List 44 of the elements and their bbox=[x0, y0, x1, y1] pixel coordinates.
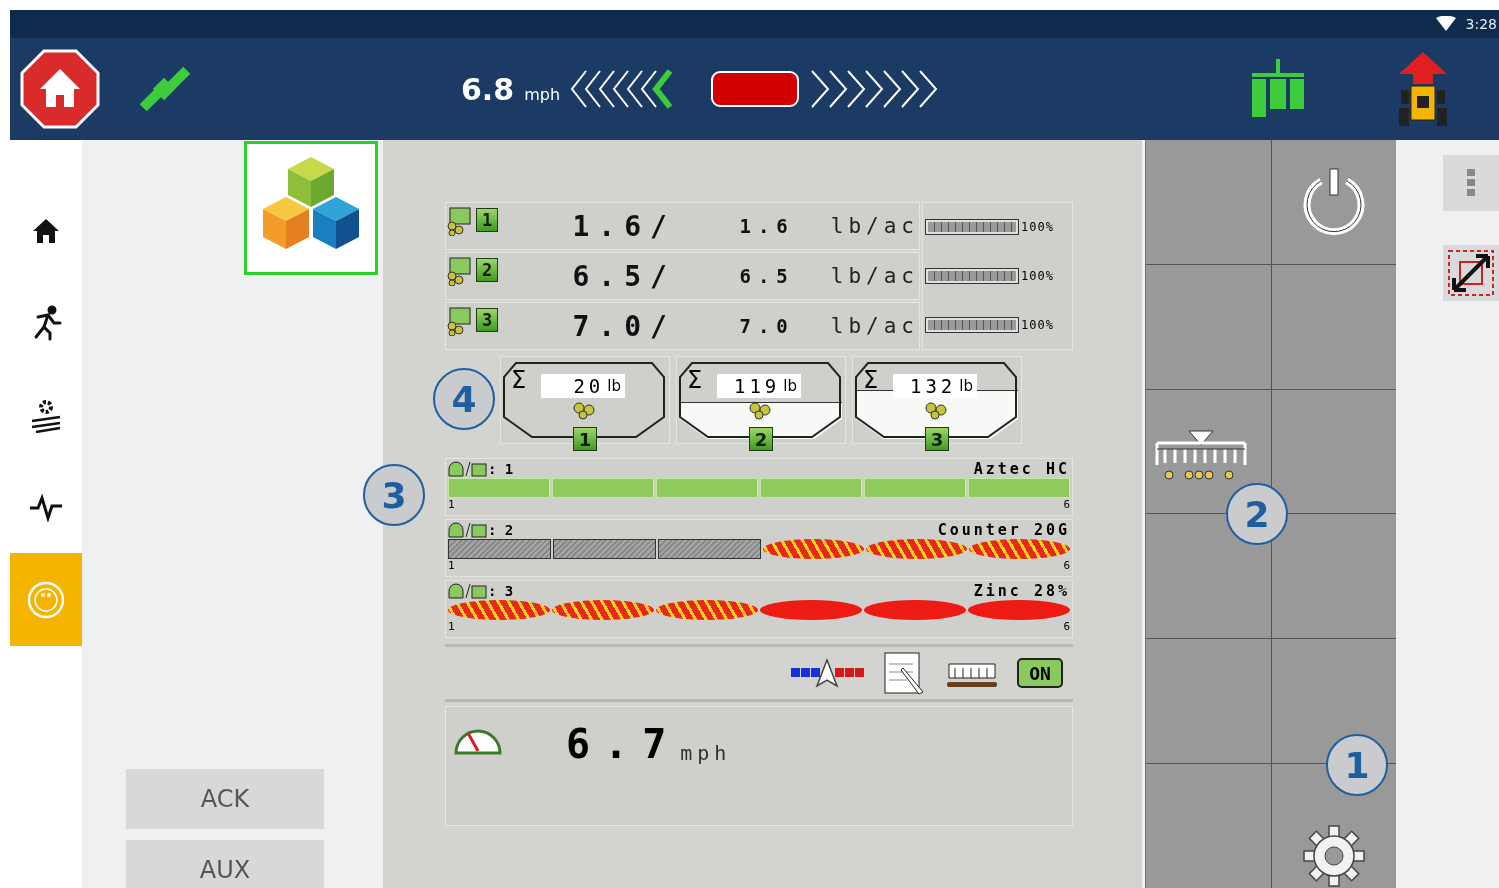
hopper-number: 1 bbox=[573, 427, 597, 451]
product-name: Counter 20G bbox=[937, 521, 1070, 539]
first-section-label: 1 bbox=[448, 559, 455, 573]
actual-rate: 6.5/ bbox=[571, 259, 676, 293]
last-section-label: 6 bbox=[1063, 620, 1070, 634]
product-number: 1 bbox=[476, 208, 498, 232]
ground-speed-unit: mph bbox=[680, 741, 732, 765]
gauge-percent: 100% bbox=[1021, 269, 1054, 283]
target-rate: 1.6 bbox=[738, 215, 795, 237]
clock-text: 3:28 bbox=[1465, 16, 1497, 32]
sum-symbol: Σ bbox=[687, 367, 703, 393]
soft-button[interactable]: ACK bbox=[126, 769, 324, 829]
sum-symbol: Σ bbox=[863, 367, 879, 393]
sum-symbol: Σ bbox=[511, 367, 527, 393]
hopper-total: 20 lb bbox=[541, 374, 625, 398]
hopper-number: 3 bbox=[925, 427, 949, 451]
rate-unit: lb/ac bbox=[830, 214, 919, 238]
target-rate: 6.5 bbox=[738, 265, 795, 287]
last-section-label: 6 bbox=[1063, 498, 1070, 512]
hopper-total: 119 lb bbox=[717, 374, 801, 398]
product-name: Aztec HC bbox=[973, 460, 1070, 478]
hopper-total: 132 lb bbox=[893, 374, 977, 398]
actual-rate: 7.0/ bbox=[571, 309, 676, 343]
ground-speed-value: 6.7 bbox=[566, 721, 681, 767]
speed-unit: mph bbox=[524, 84, 561, 104]
last-section-label: 6 bbox=[1063, 559, 1070, 573]
product-name: Zinc 28% bbox=[973, 582, 1070, 600]
product-number: 2 bbox=[476, 258, 498, 282]
product-number: 3 bbox=[476, 308, 498, 332]
rate-unit: lb/ac bbox=[830, 314, 919, 338]
section-number: : 2 bbox=[488, 522, 514, 538]
rate-unit: lb/ac bbox=[830, 264, 919, 288]
target-rate: 7.0 bbox=[738, 315, 795, 337]
section-number: : 3 bbox=[488, 583, 514, 599]
section-number: : 1 bbox=[488, 461, 514, 477]
on-button[interactable]: ON bbox=[1017, 658, 1063, 688]
gauge-percent: 100% bbox=[1021, 317, 1054, 332]
actual-rate: 1.6/ bbox=[571, 209, 676, 243]
first-section-label: 1 bbox=[448, 620, 455, 634]
first-section-label: 1 bbox=[448, 498, 455, 512]
gauge-percent: 100% bbox=[1021, 220, 1054, 235]
soft-button[interactable]: AUX bbox=[126, 840, 324, 888]
hopper-number: 2 bbox=[749, 427, 773, 451]
speed-value: 6.8 bbox=[461, 71, 515, 107]
